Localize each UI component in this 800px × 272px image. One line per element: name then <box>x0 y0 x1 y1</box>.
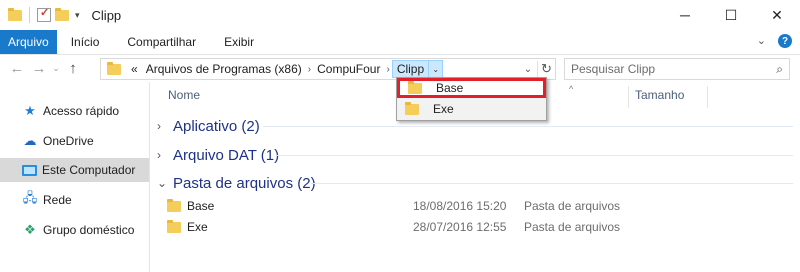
nav-item-rede[interactable]: 🖧 Rede <box>0 188 149 212</box>
file-date: 18/08/2016 15:20 <box>413 199 507 213</box>
file-name: Base <box>187 199 215 213</box>
file-type: Pasta de arquivos <box>524 220 621 234</box>
menu-item-label: Base <box>436 81 464 95</box>
computer-icon <box>22 164 37 176</box>
forward-button[interactable]: → <box>28 60 50 77</box>
folder-icon[interactable] <box>8 7 22 21</box>
refresh-icon[interactable]: ↻ <box>537 61 555 77</box>
menu-item-base[interactable]: Base <box>397 78 546 98</box>
ribbon-right-controls: ⌄ ? <box>757 34 792 48</box>
column-header-name[interactable]: Nome <box>168 88 200 102</box>
menu-item-exe[interactable]: Exe <box>397 99 546 119</box>
nav-item-onedrive[interactable]: ☁ OneDrive <box>0 129 149 153</box>
network-icon: 🖧 <box>22 190 38 205</box>
divider <box>311 183 793 184</box>
title-bar: ▾ Clipp ─ ☐ ✕ <box>0 0 800 30</box>
nav-item-label: Acesso rápido <box>43 104 120 118</box>
file-date: 28/07/2016 12:55 <box>413 220 507 234</box>
minimize-button[interactable]: ─ <box>662 0 708 30</box>
folder-icon <box>167 198 181 212</box>
search-input[interactable] <box>571 62 761 76</box>
expand-ribbon-button[interactable]: ⌄ <box>757 34 766 48</box>
breadcrumb-dropdown-button[interactable]: ⌄ <box>429 60 444 78</box>
breadcrumb-item[interactable]: Arquivos de Programas (x86) <box>142 62 306 76</box>
navigation-pane: ★ Acesso rápido ☁ OneDrive Este Computad… <box>0 82 150 272</box>
folder-icon <box>167 219 181 233</box>
divider <box>29 7 30 23</box>
group-header-arquivo-dat[interactable]: › Arquivo DAT (1) <box>157 144 279 166</box>
breadcrumb-separator[interactable]: › <box>384 64 391 75</box>
address-history-dropdown[interactable]: ⌄ <box>519 64 537 75</box>
column-divider[interactable] <box>628 86 629 108</box>
help-icon[interactable]: ? <box>778 34 792 48</box>
back-button[interactable]: ← <box>6 60 28 77</box>
breadcrumb-dropdown-menu: Base Exe <box>396 77 547 121</box>
file-name: Exe <box>187 220 208 234</box>
nav-item-label: Grupo doméstico <box>43 223 135 237</box>
tab-exibir[interactable]: Exibir <box>210 35 268 49</box>
divider <box>277 155 793 156</box>
tab-inicio[interactable]: Início <box>57 35 114 49</box>
nav-item-acesso-rapido[interactable]: ★ Acesso rápido <box>0 99 149 123</box>
window-title: Clipp <box>91 7 122 23</box>
chevron-down-icon: ⌄ <box>157 176 168 190</box>
star-icon: ★ <box>24 103 36 118</box>
tab-arquivo[interactable]: Arquivo <box>0 30 57 54</box>
close-button[interactable]: ✕ <box>754 0 800 30</box>
address-bar-end: ⌄ ↻ <box>519 59 555 79</box>
folder-icon <box>408 80 422 94</box>
breadcrumb-current[interactable]: Clipp <box>391 60 430 78</box>
search-icon[interactable]: ⌕ <box>776 62 783 77</box>
group-label: Aplicativo (2) <box>173 117 260 135</box>
up-button[interactable]: ↑ <box>62 60 84 77</box>
breadcrumb-item[interactable]: CompuFour <box>313 62 384 76</box>
chevron-right-icon: › <box>157 148 161 162</box>
tab-compartilhar[interactable]: Compartilhar <box>113 35 210 49</box>
recent-locations-dropdown[interactable]: ⌄ <box>50 63 62 74</box>
group-header-pasta-de-arquivos[interactable]: ⌄ Pasta de arquivos (2) <box>157 172 316 194</box>
window-controls: ─ ☐ ✕ <box>662 0 800 30</box>
folder-icon <box>107 61 121 75</box>
group-label: Arquivo DAT (1) <box>173 146 280 164</box>
cloud-icon: ☁ <box>23 133 37 148</box>
maximize-button[interactable]: ☐ <box>708 0 754 30</box>
nav-item-label: OneDrive <box>43 134 94 148</box>
chevron-right-icon: › <box>157 119 161 133</box>
table-row[interactable]: Exe 28/07/2016 12:55 Pasta de arquivos <box>167 217 787 237</box>
nav-item-label: Este Computador <box>42 163 136 177</box>
quick-access-toolbar: ▾ <box>0 6 80 23</box>
nav-item-este-computador[interactable]: Este Computador <box>0 158 149 182</box>
file-type: Pasta de arquivos <box>524 199 621 213</box>
sort-indicator: ^ <box>569 84 574 94</box>
column-divider[interactable] <box>707 86 708 108</box>
breadcrumb-separator[interactable]: › <box>306 64 313 75</box>
group-header-aplicativo[interactable]: › Aplicativo (2) <box>157 115 260 137</box>
search-box[interactable]: ⌕ <box>564 58 790 80</box>
properties-icon[interactable] <box>37 6 51 22</box>
ribbon-tabs: Arquivo Início Compartilhar Exibir ⌄ ? <box>0 30 800 54</box>
folder-icon <box>405 101 419 115</box>
menu-item-label: Exe <box>433 102 454 116</box>
column-header-size[interactable]: Tamanho <box>635 88 684 102</box>
divider <box>263 126 793 127</box>
breadcrumb-overflow[interactable]: « <box>127 62 142 76</box>
homegroup-icon: ❖ <box>24 222 36 237</box>
customize-toolbar-dropdown[interactable]: ▾ <box>75 10 80 21</box>
nav-item-label: Rede <box>43 193 72 207</box>
table-row[interactable]: Base 18/08/2016 15:20 Pasta de arquivos <box>167 196 787 216</box>
group-label: Pasta de arquivos (2) <box>173 174 316 192</box>
new-folder-icon[interactable] <box>55 7 69 21</box>
nav-item-grupo-domestico[interactable]: ❖ Grupo doméstico <box>0 218 149 242</box>
